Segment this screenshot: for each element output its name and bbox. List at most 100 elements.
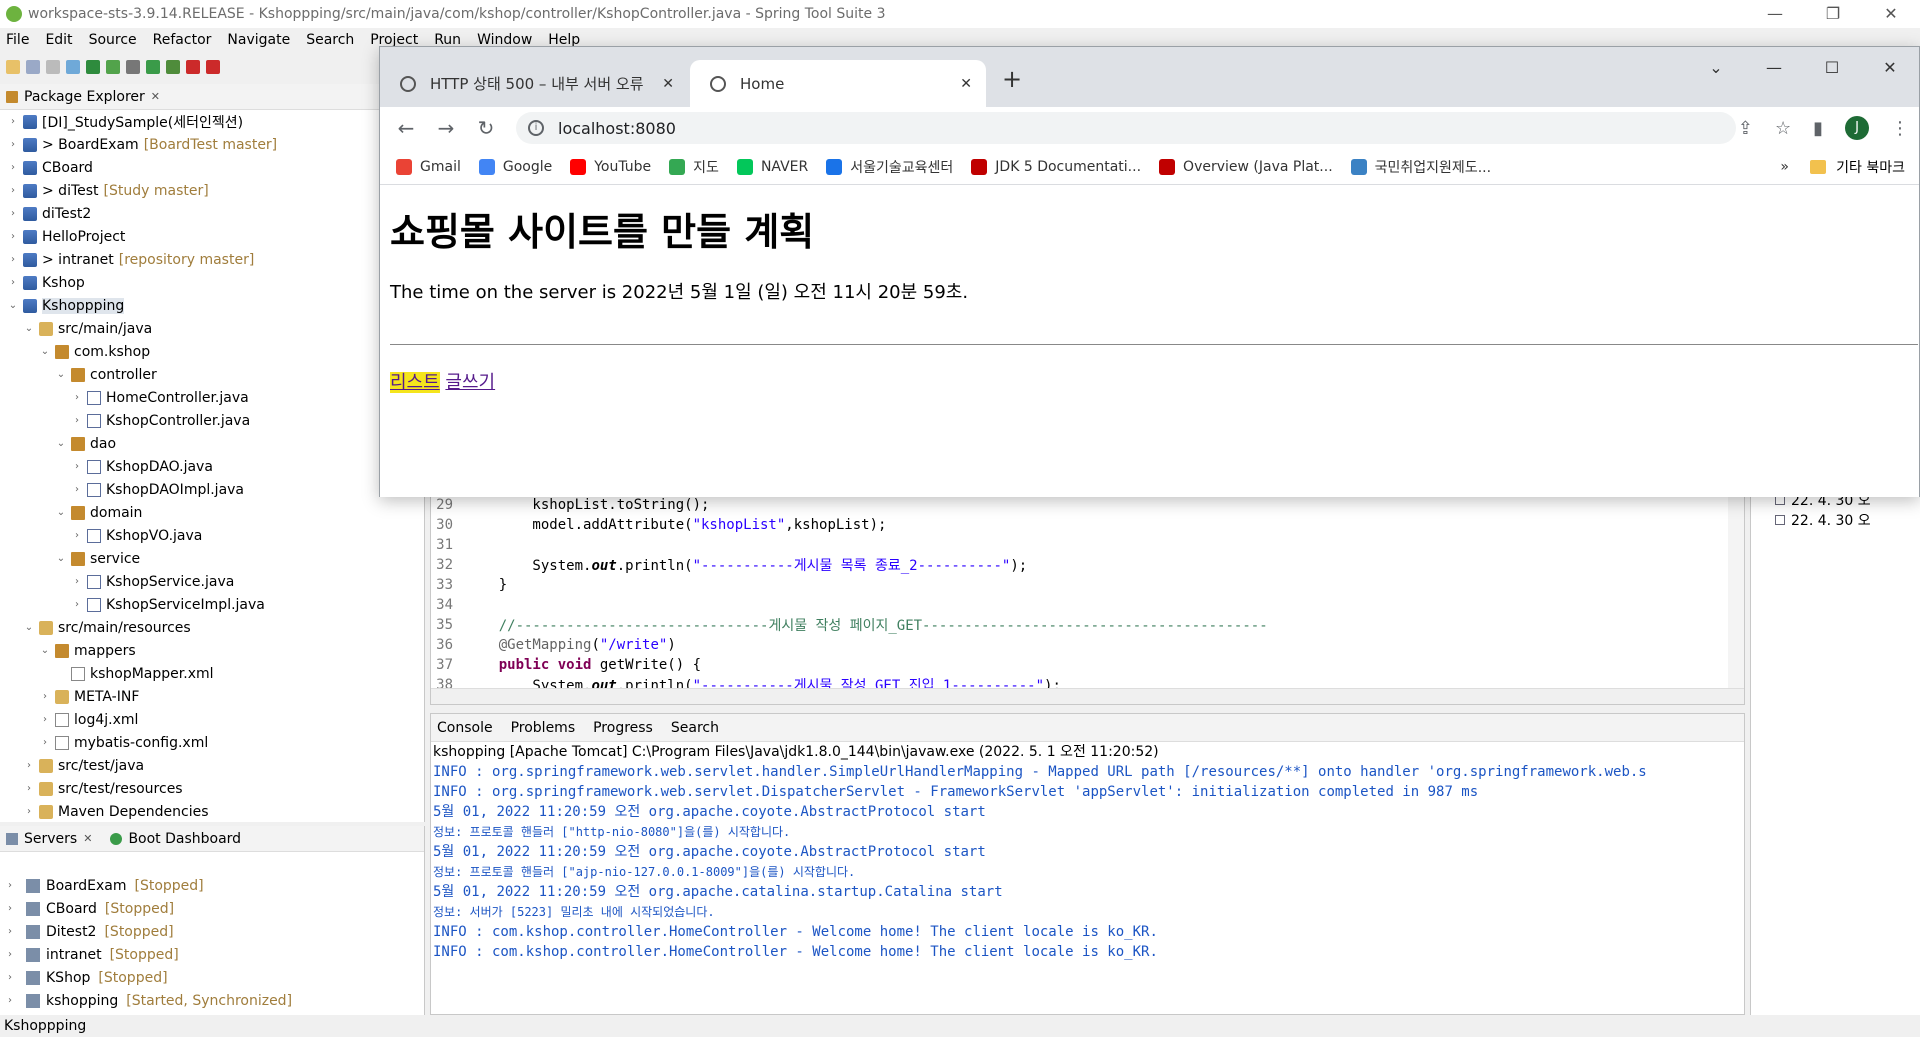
code-line[interactable]: 33 }: [431, 575, 1744, 595]
save-all-icon[interactable]: [46, 60, 60, 74]
expand-down-icon[interactable]: ⌄: [54, 369, 68, 380]
tab-servers[interactable]: Servers ✕: [0, 827, 92, 851]
close-icon[interactable]: ✕: [151, 90, 160, 103]
refresh-icon[interactable]: [106, 60, 120, 74]
tab-problems[interactable]: Problems: [511, 720, 576, 736]
tree-item[interactable]: › KshopVO.java: [0, 524, 424, 547]
chevron-right-icon[interactable]: ›: [6, 162, 20, 173]
chevron-right-icon[interactable]: ›: [6, 185, 20, 196]
stop-icon[interactable]: [186, 60, 200, 74]
tree-item[interactable]: ⌄ service: [0, 547, 424, 570]
chevron-right-icon[interactable]: ›: [70, 415, 84, 426]
editor-horizontal-scrollbar[interactable]: [431, 688, 1744, 704]
site-info-icon[interactable]: i: [528, 120, 544, 136]
avatar[interactable]: J: [1845, 116, 1869, 140]
tab-home[interactable]: Home ✕: [690, 60, 986, 107]
maximize-icon[interactable]: ☐: [1803, 47, 1861, 89]
chevron-right-icon[interactable]: ›: [70, 484, 84, 495]
editor-vertical-scrollbar[interactable]: [1728, 491, 1744, 689]
tree-item[interactable]: › mybatis-config.xml: [0, 731, 424, 754]
menu-search[interactable]: Search: [306, 32, 354, 48]
bookmark-item[interactable]: Google: [478, 158, 552, 175]
tree-item[interactable]: › HomeController.java: [0, 386, 424, 409]
close-tab-icon[interactable]: ✕: [662, 76, 674, 92]
reload-icon[interactable]: ↻: [466, 116, 506, 140]
chevron-right-icon[interactable]: ›: [8, 880, 22, 891]
expand-down-icon[interactable]: ⌄: [54, 553, 68, 564]
tree-item[interactable]: ⌄ com.kshop: [0, 340, 424, 363]
tree-item[interactable]: › diTest2: [0, 202, 424, 225]
chevron-right-icon[interactable]: ›: [8, 972, 22, 983]
expand-down-icon[interactable]: ⌄: [54, 438, 68, 449]
tree-item[interactable]: › src/test/java: [0, 754, 424, 777]
chevron-right-icon[interactable]: ›: [70, 461, 84, 472]
side-panel-icon[interactable]: ▮: [1813, 118, 1823, 139]
debug-icon[interactable]: [66, 60, 80, 74]
coverage-icon[interactable]: [166, 60, 180, 74]
outline-item[interactable]: 22. 4. 30 오: [1751, 510, 1920, 530]
server-item[interactable]: › intranet [Stopped]: [0, 943, 424, 966]
tree-item[interactable]: › KshopServiceImpl.java: [0, 593, 424, 616]
chevron-right-icon[interactable]: ›: [6, 231, 20, 242]
bookmark-item[interactable]: 서울기술교육센터: [826, 157, 953, 177]
chevron-right-icon[interactable]: ›: [38, 737, 52, 748]
stop-2-icon[interactable]: [206, 60, 220, 74]
tree-item[interactable]: › CBoard: [0, 156, 424, 179]
menu-navigate[interactable]: Navigate: [227, 32, 290, 48]
forward-icon[interactable]: →: [426, 116, 466, 140]
tree-item[interactable]: › KshopDAOImpl.java: [0, 478, 424, 501]
code-line[interactable]: 34: [431, 595, 1744, 615]
server-item[interactable]: › CBoard [Stopped]: [0, 897, 424, 920]
tab-console[interactable]: Console: [437, 720, 493, 736]
tree-item[interactable]: › > intranet [repository master]: [0, 248, 424, 271]
expand-down-icon[interactable]: ⌄: [6, 300, 20, 311]
tree-item[interactable]: ⌄ Kshoppping: [0, 294, 424, 317]
bookmark-item[interactable]: JDK 5 Documentati...: [971, 158, 1141, 175]
chevron-right-icon[interactable]: ›: [6, 208, 20, 219]
menu-edit[interactable]: Edit: [45, 32, 72, 48]
expand-down-icon[interactable]: ⌄: [54, 507, 68, 518]
tab-search-icon[interactable]: ⌄: [1687, 47, 1745, 89]
chevron-right-icon[interactable]: ›: [6, 277, 20, 288]
package-explorer-tab[interactable]: Package Explorer ✕: [0, 84, 424, 110]
tree-item[interactable]: ⌄ src/main/resources: [0, 616, 424, 639]
chevron-right-icon[interactable]: ›: [70, 576, 84, 587]
code-line[interactable]: 32 System.out.println("-----------게시물 목록…: [431, 555, 1744, 575]
new-tab-icon[interactable]: +: [1002, 65, 1022, 93]
code-line[interactable]: 29 kshopList.toString();: [431, 495, 1744, 515]
tree-item[interactable]: ⌄ dao: [0, 432, 424, 455]
tree-item[interactable]: › META-INF: [0, 685, 424, 708]
expand-down-icon[interactable]: ⌄: [38, 645, 52, 656]
expand-down-icon[interactable]: ⌄: [22, 323, 36, 334]
chevron-right-icon[interactable]: ›: [8, 995, 22, 1006]
tab-progress[interactable]: Progress: [593, 720, 653, 736]
minimize-icon[interactable]: —: [1745, 47, 1803, 89]
other-bookmarks[interactable]: 기타 북마크: [1810, 157, 1905, 177]
chevron-right-icon[interactable]: ›: [38, 691, 52, 702]
omnibox[interactable]: i localhost:8080: [516, 112, 1736, 144]
menu-dots-icon[interactable]: ⋮: [1891, 118, 1909, 139]
code-editor[interactable]: 29 kshopList.toString(); 30 model.addAttr…: [430, 490, 1745, 705]
tree-item[interactable]: › [DI]_StudySample(세터인젝션): [0, 110, 424, 133]
close-icon[interactable]: ✕: [1861, 47, 1919, 89]
write-link[interactable]: 글쓰기: [445, 372, 495, 393]
bookmarks-more-icon[interactable]: »: [1780, 159, 1789, 175]
tree-item[interactable]: ⌄ mappers: [0, 639, 424, 662]
run-icon[interactable]: [146, 60, 160, 74]
tree-item[interactable]: › HelloProject: [0, 225, 424, 248]
chevron-right-icon[interactable]: ›: [8, 949, 22, 960]
chevron-right-icon[interactable]: ›: [22, 783, 36, 794]
tree-item[interactable]: › Maven Dependencies: [0, 800, 424, 823]
chevron-right-icon[interactable]: ›: [8, 903, 22, 914]
chevron-right-icon[interactable]: ›: [22, 760, 36, 771]
code-line[interactable]: 30 model.addAttribute("kshopList",kshopL…: [431, 515, 1744, 535]
menu-source[interactable]: Source: [89, 32, 137, 48]
chevron-right-icon[interactable]: ›: [6, 254, 20, 265]
tree-item[interactable]: › log4j.xml: [0, 708, 424, 731]
chevron-right-icon[interactable]: ›: [38, 714, 52, 725]
tree-item[interactable]: › KshopController.java: [0, 409, 424, 432]
chevron-right-icon[interactable]: ›: [22, 806, 36, 817]
code-line[interactable]: 31: [431, 535, 1744, 555]
bookmark-item[interactable]: Overview (Java Plat...: [1159, 158, 1333, 175]
server-item[interactable]: › Ditest2 [Stopped]: [0, 920, 424, 943]
